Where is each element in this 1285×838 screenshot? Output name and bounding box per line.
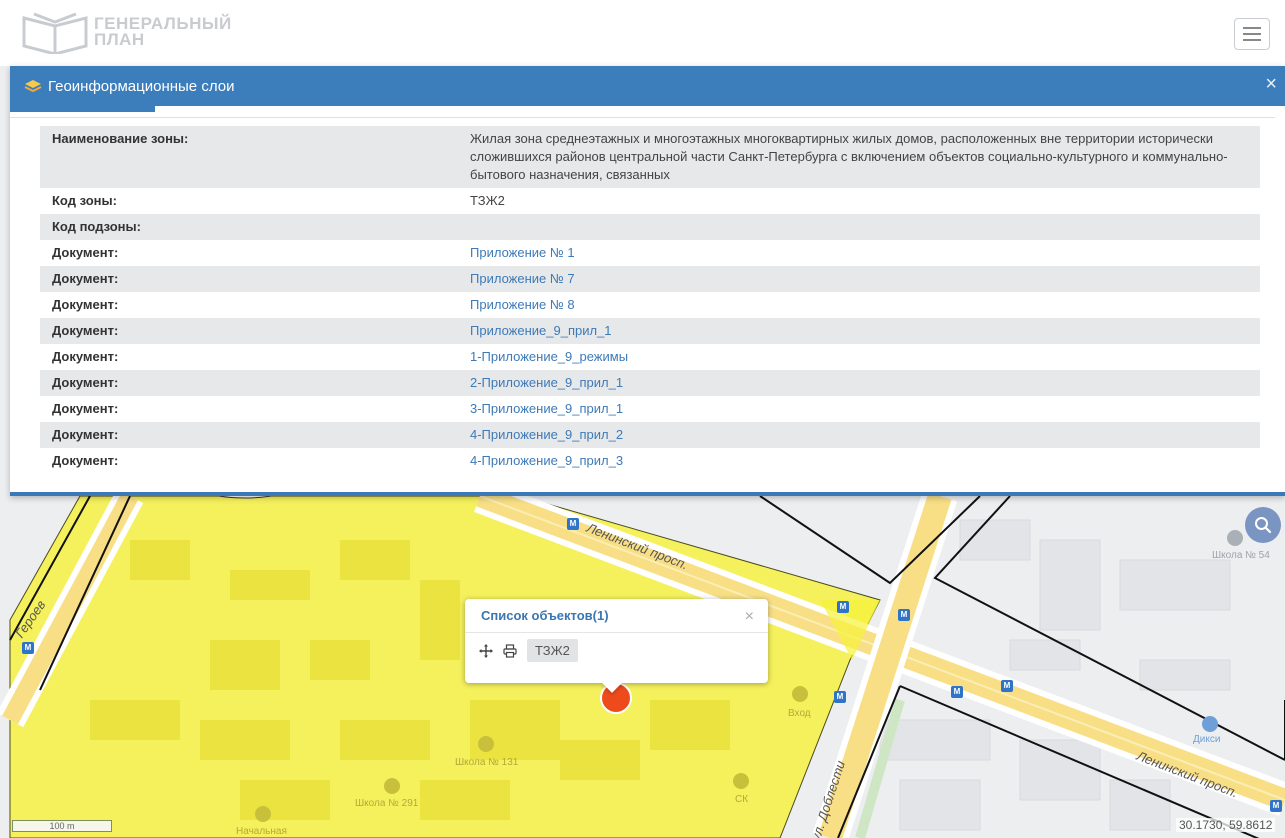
map-scale-bar: 100 m <box>12 820 112 832</box>
document-link[interactable]: 3-Приложение_9_прил_1 <box>470 401 623 416</box>
popup-body: ТЗЖ2 <box>465 633 768 668</box>
poi-label-dixy: Дикси <box>1193 734 1221 745</box>
document-link[interactable]: 2-Приложение_9_прил_1 <box>470 375 623 390</box>
table-row: Наименование зоны: Жилая зона среднеэтаж… <box>40 126 1260 188</box>
table-row: Код зоны: ТЗЖ2 <box>40 188 1260 214</box>
school-icon[interactable] <box>384 778 400 794</box>
school-icon[interactable] <box>255 806 271 822</box>
hamburger-icon <box>1243 33 1261 35</box>
search-icon <box>1255 517 1272 534</box>
logo[interactable]: ГЕНЕРАЛЬНЫЙ ПЛАН <box>20 10 232 54</box>
poi-label-sk: СК <box>735 794 749 805</box>
poi-label-school-291: Школа № 291 <box>355 798 419 809</box>
logo-line2: ПЛАН <box>94 30 145 49</box>
popup-header: Список объектов(1) × <box>465 599 768 633</box>
layers-icon <box>24 80 42 93</box>
row-key: Документ: <box>52 375 119 390</box>
document-link[interactable]: Приложение № 8 <box>470 297 575 312</box>
row-key: Документ: <box>52 453 119 468</box>
document-link[interactable]: Приложение № 1 <box>470 245 575 260</box>
poi-label-vhod: Вход <box>788 708 811 719</box>
print-icon[interactable] <box>503 643 517 658</box>
table-row: Документ: Приложение № 7 <box>40 266 1260 292</box>
metro-icon[interactable]: M <box>898 609 910 621</box>
hamburger-menu-button[interactable] <box>1234 18 1270 50</box>
popup-close-button[interactable]: × <box>745 608 754 626</box>
row-key: Документ: <box>52 349 119 364</box>
table-row: Документ: Приложение_9_прил_1 <box>40 318 1260 344</box>
geo-layers-panel: Геоинформационные слои × Наименование зо… <box>10 66 1285 496</box>
panel-divider <box>10 117 1275 118</box>
table-row: Документ: Приложение № 8 <box>40 292 1260 318</box>
row-key: Код зоны: <box>52 193 117 208</box>
row-value <box>458 214 1260 240</box>
panel-header: Геоинформационные слои × <box>10 66 1285 106</box>
poi-label-school-54: Школа № 54 <box>1212 550 1270 561</box>
row-key: Документ: <box>52 245 119 260</box>
document-link[interactable]: Приложение № 7 <box>470 271 575 286</box>
logo-book-icon <box>22 12 88 54</box>
object-list-popup: Список объектов(1) × ТЗЖ2 <box>465 599 768 693</box>
logo-text: ГЕНЕРАЛЬНЫЙ ПЛАН <box>94 15 232 49</box>
metro-icon[interactable]: M <box>1001 680 1013 692</box>
document-link[interactable]: 4-Приложение_9_прил_3 <box>470 453 623 468</box>
panel-close-button[interactable]: × <box>1265 74 1277 94</box>
row-key: Документ: <box>52 427 119 442</box>
app-header: ГЕНЕРАЛЬНЫЙ ПЛАН <box>0 0 1285 66</box>
document-link[interactable]: Приложение_9_прил_1 <box>470 323 612 338</box>
row-key: Наименование зоны: <box>52 131 189 146</box>
poi-label-nachalnaya: Начальная <box>236 826 287 837</box>
poi-label-school-131: Школа № 131 <box>455 757 519 768</box>
metro-icon[interactable]: M <box>567 518 579 530</box>
row-value: ТЗЖ2 <box>470 193 505 208</box>
hamburger-icon <box>1243 39 1261 41</box>
map-coordinates: 30.1730, 59.8612 <box>1176 818 1276 832</box>
map-search-button[interactable] <box>1245 507 1281 543</box>
table-row: Код подзоны: <box>40 214 1260 240</box>
row-key: Документ: <box>52 297 119 312</box>
school-icon[interactable] <box>478 736 494 752</box>
table-row: Документ: 4-Приложение_9_прил_2 <box>40 422 1260 448</box>
lock-icon[interactable] <box>792 686 808 702</box>
school-icon[interactable] <box>1227 530 1243 546</box>
table-row: Документ: 4-Приложение_9_прил_3 <box>40 448 1260 474</box>
metro-icon[interactable]: M <box>837 601 849 613</box>
table-row: Документ: 1-Приложение_9_режимы <box>40 344 1260 370</box>
popup-title: Список объектов(1) <box>481 608 609 623</box>
object-chip[interactable]: ТЗЖ2 <box>527 639 578 662</box>
table-row: Документ: 2-Приложение_9_прил_1 <box>40 370 1260 396</box>
panel-active-tab[interactable] <box>10 106 155 112</box>
metro-icon[interactable]: M <box>951 686 963 698</box>
move-icon[interactable] <box>479 643 493 658</box>
metro-icon[interactable]: M <box>22 642 34 654</box>
document-link[interactable]: 1-Приложение_9_режимы <box>470 349 628 364</box>
panel-title: Геоинформационные слои <box>48 77 235 95</box>
metro-icon[interactable]: M <box>1270 800 1282 812</box>
metro-icon[interactable]: M <box>834 691 846 703</box>
row-key: Документ: <box>52 271 119 286</box>
row-key: Документ: <box>52 323 119 338</box>
document-link[interactable]: 4-Приложение_9_прил_2 <box>470 427 623 442</box>
shop-icon[interactable] <box>1202 716 1218 732</box>
sport-icon[interactable] <box>733 773 749 789</box>
hamburger-icon <box>1243 27 1261 29</box>
table-row: Документ: 3-Приложение_9_прил_1 <box>40 396 1260 422</box>
row-value: Жилая зона среднеэтажных и многоэтажных … <box>470 131 1228 182</box>
zone-info-table: Наименование зоны: Жилая зона среднеэтаж… <box>40 126 1260 474</box>
row-key: Документ: <box>52 401 119 416</box>
table-row: Документ: Приложение № 1 <box>40 240 1260 266</box>
row-key: Код подзоны: <box>52 219 141 234</box>
